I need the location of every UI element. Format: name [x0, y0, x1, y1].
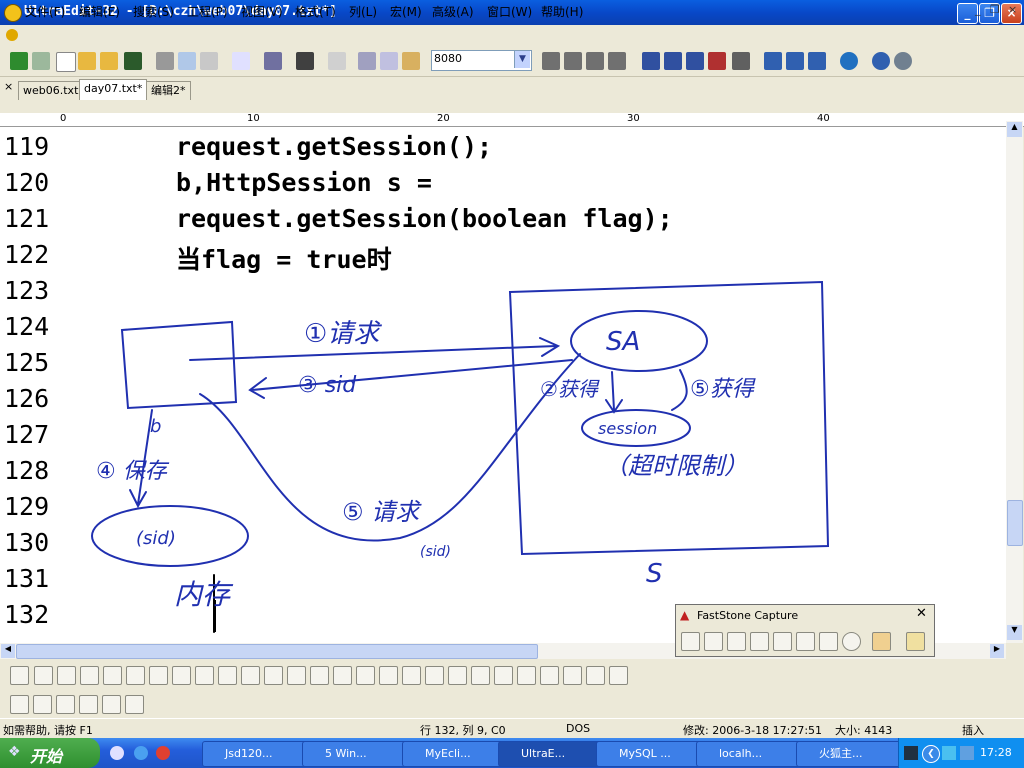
- textfield-icon[interactable]: [356, 666, 375, 685]
- save-arrow: [129, 409, 153, 509]
- form-icon[interactable]: [310, 666, 329, 685]
- anchor-icon[interactable]: [540, 666, 559, 685]
- select-icon[interactable]: [425, 666, 444, 685]
- task-firefox[interactable]: 火狐主...: [796, 741, 912, 767]
- step1-label: ①请求: [304, 319, 382, 349]
- faststone-close-icon[interactable]: ✕: [916, 606, 927, 621]
- status-size: 大小: 4143: [835, 724, 893, 737]
- italic-icon[interactable]: [57, 666, 76, 685]
- task-mysql[interactable]: MySQL ...: [596, 741, 712, 767]
- color-picker-icon[interactable]: [872, 632, 891, 651]
- vertical-scroll-thumb[interactable]: [1007, 500, 1023, 546]
- capture-fullscreen-icon[interactable]: [773, 632, 792, 651]
- edit-toolbar: [0, 689, 1024, 717]
- windows-logo-icon: ❖: [8, 744, 21, 760]
- justify-html-icon[interactable]: [287, 666, 306, 685]
- clock: 17:28: [980, 746, 1012, 759]
- bold-icon[interactable]: [34, 666, 53, 685]
- sa-to-session-arrow: [605, 371, 623, 414]
- task-ultraedit[interactable]: UltraE...: [498, 741, 610, 767]
- radio-icon[interactable]: [471, 666, 490, 685]
- bullet-list-icon[interactable]: [126, 666, 145, 685]
- chevron-left-icon[interactable]: ❮: [922, 745, 940, 763]
- keyboard-icon[interactable]: [904, 746, 918, 760]
- align-right-html-icon[interactable]: [264, 666, 283, 685]
- capture-object-icon[interactable]: [704, 632, 723, 651]
- hr-icon[interactable]: [333, 666, 352, 685]
- quicklaunch-explorer-icon[interactable]: [110, 746, 124, 760]
- session-return-curve: [671, 369, 688, 411]
- numbered-list-icon[interactable]: [149, 666, 168, 685]
- copy-file-icon[interactable]: [33, 695, 52, 714]
- status-mode: 插入: [962, 724, 984, 737]
- quicklaunch-ie-icon[interactable]: [134, 746, 148, 760]
- status-format: DOS: [566, 722, 591, 735]
- scroll-left-icon[interactable]: ◀: [1, 644, 15, 658]
- check-icon[interactable]: [56, 695, 75, 714]
- color-icon[interactable]: [195, 666, 214, 685]
- checkbox-icon[interactable]: [448, 666, 467, 685]
- faststone-logo-icon: ▲: [680, 608, 690, 622]
- server-label: S: [646, 559, 663, 589]
- step3-label: ③ sid: [298, 373, 357, 398]
- grid-icon[interactable]: [10, 695, 29, 714]
- client-box: [120, 320, 238, 410]
- session-label: session: [598, 419, 657, 438]
- html-tool-icon[interactable]: [10, 666, 29, 685]
- task-jsd120[interactable]: Jsd120...: [202, 741, 318, 767]
- scroll-down-icon[interactable]: ▼: [1007, 625, 1022, 640]
- id-icon[interactable]: [79, 695, 98, 714]
- password-icon[interactable]: [402, 666, 421, 685]
- quicklaunch-chrome-icon[interactable]: [156, 746, 170, 760]
- special-char-icon[interactable]: [563, 666, 582, 685]
- volume-icon[interactable]: [960, 746, 974, 760]
- step2-label: ②获得: [540, 377, 600, 401]
- faststone-title: FastStone Capture: [697, 609, 799, 622]
- align-center-html-icon[interactable]: [241, 666, 260, 685]
- textarea-icon[interactable]: [379, 666, 398, 685]
- step5-request-label: ⑤ 请求: [342, 498, 422, 526]
- sa-label: SA: [606, 327, 640, 357]
- step4-label: ④ 保存: [96, 459, 170, 484]
- step5-get-label: ⑤获得: [690, 377, 756, 402]
- image-icon[interactable]: [517, 666, 536, 685]
- sid-oval-label: (sid): [136, 528, 176, 549]
- capture-window-icon[interactable]: [681, 632, 700, 651]
- sid-small-label: (sid): [420, 544, 451, 560]
- timeout-label: （超时限制）: [604, 452, 748, 480]
- table-icon[interactable]: [609, 666, 628, 685]
- list-icon[interactable]: [103, 666, 122, 685]
- horizontal-scroll-thumb[interactable]: [16, 644, 538, 659]
- capture-rect-icon[interactable]: [727, 632, 746, 651]
- status-position: 行 132, 列 9, C0: [420, 724, 506, 737]
- button-icon[interactable]: [494, 666, 513, 685]
- underline-icon[interactable]: [80, 666, 99, 685]
- capture-video-icon[interactable]: [819, 632, 838, 651]
- network-icon[interactable]: [942, 746, 956, 760]
- capture-scroll-icon[interactable]: [796, 632, 815, 651]
- settings-icon[interactable]: [906, 632, 925, 651]
- scroll-right-icon[interactable]: ▶: [990, 644, 1004, 658]
- start-label: 开始: [30, 747, 63, 766]
- b-label: b: [150, 416, 161, 437]
- task-localhost[interactable]: localh...: [696, 741, 812, 767]
- magnifier-icon[interactable]: [842, 632, 861, 651]
- number-icon[interactable]: [102, 695, 121, 714]
- memory-label: 内存: [174, 578, 234, 611]
- vertical-scrollbar[interactable]: [1006, 121, 1023, 643]
- server-box: [508, 280, 830, 556]
- status-help: 如需帮助, 请按 F1: [3, 724, 93, 737]
- capture-freehand-icon[interactable]: [750, 632, 769, 651]
- font-size-icon[interactable]: [586, 666, 605, 685]
- font-icon[interactable]: [172, 666, 191, 685]
- align-left-html-icon[interactable]: [218, 666, 237, 685]
- scroll-up-icon[interactable]: ▲: [1007, 122, 1022, 137]
- task-windows[interactable]: 5 Win...: [302, 741, 418, 767]
- tools-icon[interactable]: [125, 695, 144, 714]
- status-modified: 修改: 2006-3-18 17:27:51: [683, 724, 823, 737]
